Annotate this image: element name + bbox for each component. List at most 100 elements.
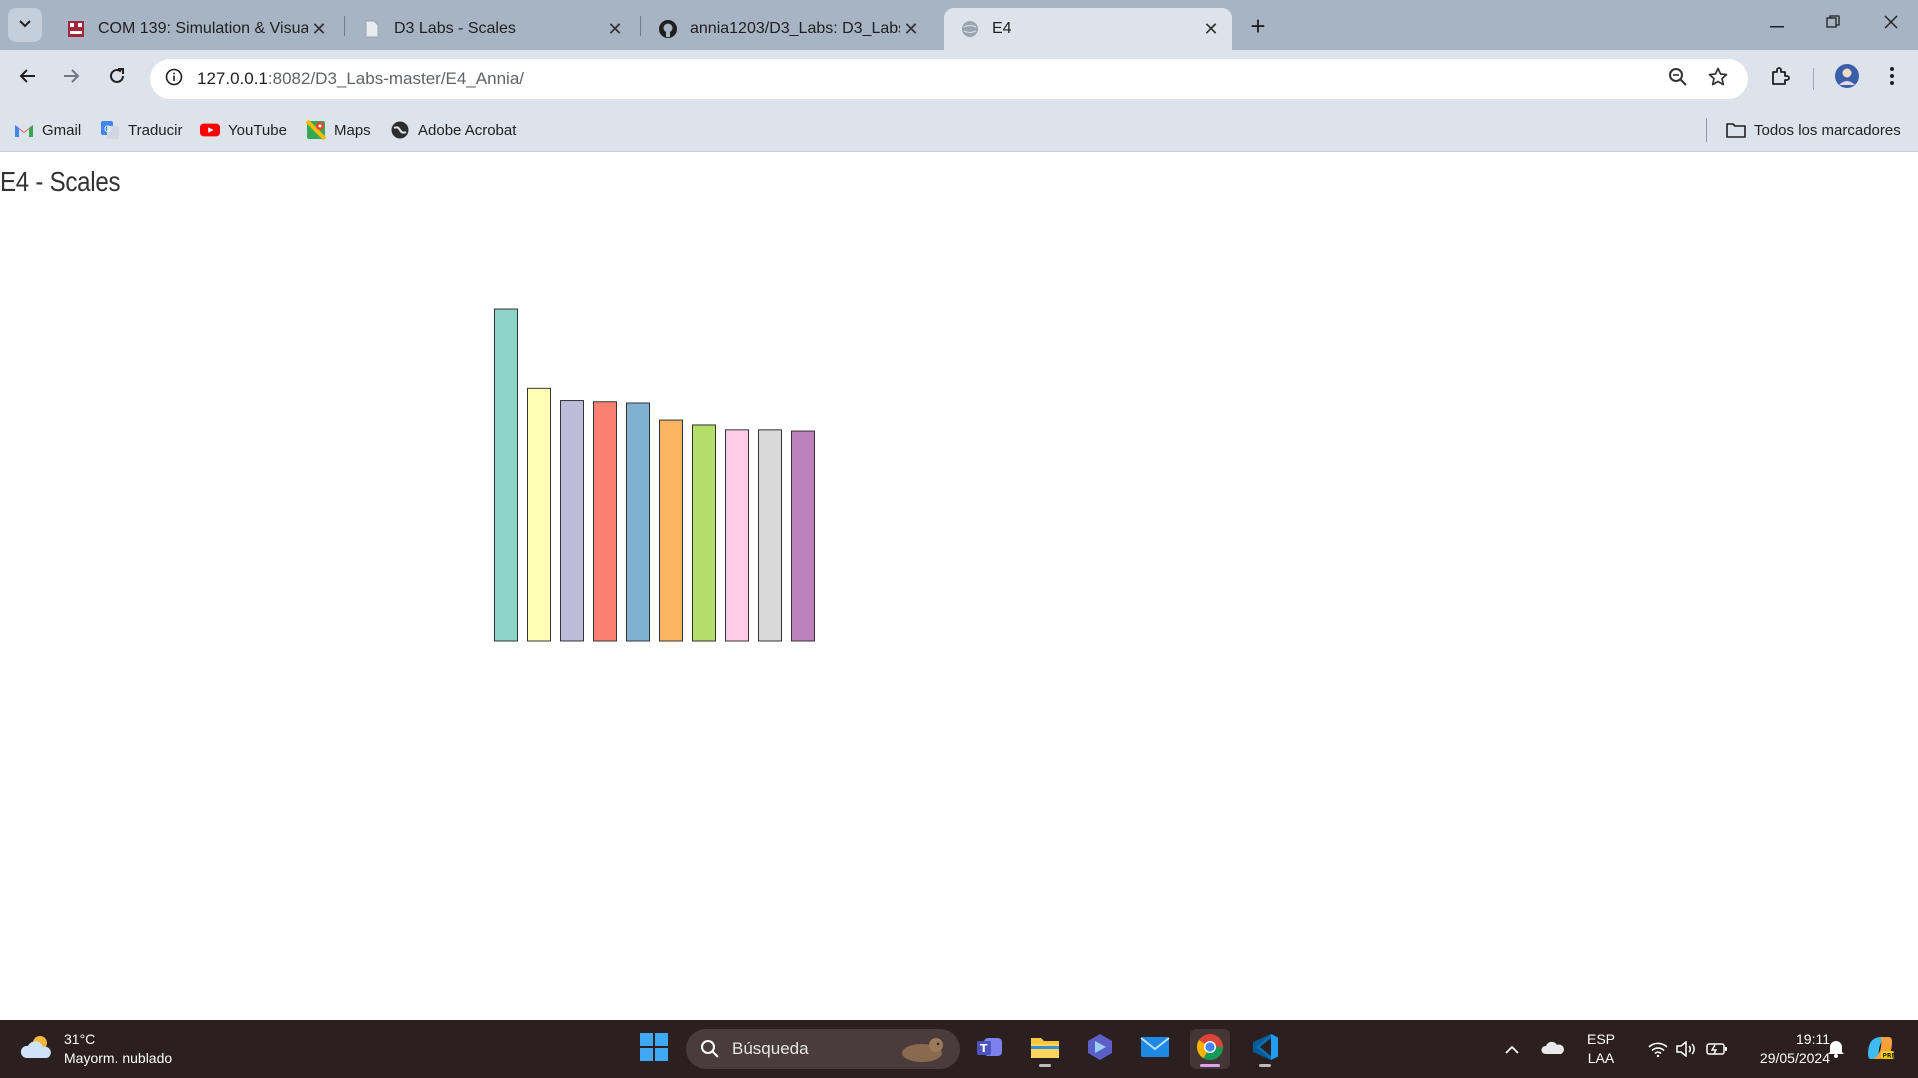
bookmark-star-button[interactable] xyxy=(1706,67,1730,91)
restore-button[interactable] xyxy=(1810,6,1856,42)
language-code: ESP xyxy=(1586,1031,1615,1047)
windows-start-icon xyxy=(639,1032,669,1067)
url-text[interactable]: 127.0.0.1:8082/D3_Labs-master/E4_Annia/ xyxy=(197,69,524,89)
globe-icon xyxy=(960,19,980,39)
tab-e4-active[interactable]: E4 ✕ xyxy=(944,8,1232,50)
profile-button[interactable] xyxy=(1829,60,1865,96)
all-bookmarks-label: Todos los marcadores xyxy=(1754,121,1901,139)
tray-copilot-button[interactable]: PRE xyxy=(1862,1029,1898,1069)
show-hidden-icons-button[interactable] xyxy=(1500,1029,1524,1069)
bookmark-label: Gmail xyxy=(42,121,82,139)
clock-time: 19:11 xyxy=(1796,1031,1830,1047)
globe-icon xyxy=(390,120,410,140)
svg-text:PRE: PRE xyxy=(1883,1052,1896,1059)
tray-onedrive[interactable] xyxy=(1538,1029,1568,1069)
bar-10 xyxy=(791,430,815,642)
tab-separator xyxy=(344,16,345,36)
folder-icon xyxy=(1726,120,1746,140)
star-icon xyxy=(1708,67,1728,92)
gmail-icon xyxy=(14,120,34,140)
bar-chart xyxy=(494,308,815,642)
youtube-icon xyxy=(200,120,220,140)
address-bar[interactable]: 127.0.0.1:8082/D3_Labs-master/E4_Annia/ xyxy=(150,59,1748,99)
minimize-icon xyxy=(1770,15,1784,33)
tab-com139[interactable]: COM 139: Simulation & Visualiz ✕ xyxy=(50,8,340,50)
chevron-up-icon xyxy=(1505,1041,1519,1057)
taskbar-search[interactable]: Búsqueda xyxy=(686,1029,960,1069)
all-bookmarks-button[interactable]: Todos los marcadores xyxy=(1726,119,1901,141)
tab-list-button[interactable] xyxy=(8,8,42,42)
taskbar-teams[interactable]: T xyxy=(970,1029,1010,1069)
active-indicator xyxy=(1200,1064,1220,1067)
extensions-icon xyxy=(1770,66,1790,91)
close-icon[interactable]: ✕ xyxy=(604,18,626,40)
vscode-icon xyxy=(1251,1033,1279,1066)
input-language[interactable]: ESP LAA xyxy=(1582,1030,1620,1068)
chrome-icon xyxy=(1195,1032,1225,1067)
layout-code: LAA xyxy=(1587,1050,1615,1066)
back-button[interactable] xyxy=(9,60,45,96)
copilot-tray-icon: PRE xyxy=(1865,1034,1896,1065)
url-path: :8082/D3_Labs-master/E4_Annia/ xyxy=(267,69,525,88)
translate-icon: G xyxy=(100,120,120,140)
search-label: Búsqueda xyxy=(732,1039,809,1058)
maps-icon xyxy=(306,120,326,140)
extensions-button[interactable] xyxy=(1762,60,1798,96)
bookmark-label: Adobe Acrobat xyxy=(418,121,517,139)
new-tab-button[interactable]: + xyxy=(1242,10,1274,41)
bookmark-label: YouTube xyxy=(228,121,287,139)
bookmark-label: Maps xyxy=(334,121,371,139)
tab-title: annia1203/D3_Labs: D3_Labs xyxy=(690,20,900,37)
bar-1 xyxy=(494,308,518,642)
battery-icon xyxy=(1706,1042,1728,1056)
reload-button[interactable] xyxy=(99,60,135,96)
start-button[interactable] xyxy=(634,1029,674,1069)
wifi-icon xyxy=(1648,1041,1668,1057)
taskbar-mail[interactable] xyxy=(1135,1029,1175,1069)
taskbar-copilot[interactable] xyxy=(1080,1029,1120,1069)
close-icon[interactable]: ✕ xyxy=(1200,18,1222,40)
zoom-button[interactable] xyxy=(1666,67,1690,91)
bookmarks-separator xyxy=(1706,118,1707,142)
bar-5 xyxy=(626,402,650,642)
tab-github[interactable]: annia1203/D3_Labs: D3_Labs ✕ xyxy=(642,8,932,50)
weather-desc: Mayorm. nublado xyxy=(64,1050,173,1066)
close-icon[interactable]: ✕ xyxy=(308,18,330,40)
tab-title: COM 139: Simulation & Visualiz xyxy=(98,20,308,37)
bell-icon xyxy=(1827,1038,1845,1061)
notifications-button[interactable] xyxy=(1822,1029,1850,1069)
windows-taskbar: 31°C Mayorm. nublado Búsqueda T ESP LAA … xyxy=(0,1020,1918,1078)
close-window-button[interactable] xyxy=(1868,6,1914,42)
taskbar-file-explorer[interactable] xyxy=(1025,1029,1065,1069)
close-window-icon xyxy=(1884,15,1898,34)
restore-icon xyxy=(1826,14,1840,34)
tab-strip: COM 139: Simulation & Visualiz ✕ D3 Labs… xyxy=(0,0,1918,50)
clock[interactable]: 19:11 29/05/2024 xyxy=(1736,1030,1830,1068)
bookmark-maps[interactable]: Maps xyxy=(306,119,371,141)
browser-menu-button[interactable] xyxy=(1874,60,1910,96)
search-icon xyxy=(700,1039,720,1059)
site-info-button[interactable] xyxy=(160,65,188,93)
browser-toolbar: 127.0.0.1:8082/D3_Labs-master/E4_Annia/ xyxy=(0,50,1918,108)
bookmark-youtube[interactable]: YouTube xyxy=(200,119,287,141)
bookmark-traducir[interactable]: G Traducir xyxy=(100,119,182,141)
forward-button[interactable] xyxy=(54,60,90,96)
new-tab-icon: + xyxy=(1250,10,1266,41)
bookmark-adobe-acrobat[interactable]: Adobe Acrobat xyxy=(390,119,516,141)
bar-2 xyxy=(527,387,551,642)
minimize-button[interactable] xyxy=(1754,6,1800,42)
taskbar-vscode[interactable] xyxy=(1245,1029,1285,1069)
bookmarks-bar: Gmail G Traducir YouTube Maps Adobe Acro… xyxy=(0,108,1918,152)
profile-avatar-icon xyxy=(1834,63,1860,94)
bookmark-gmail[interactable]: Gmail xyxy=(14,119,81,141)
kebab-menu-icon xyxy=(1890,66,1894,90)
page-content: E4 - Scales xyxy=(0,152,1918,1020)
taskbar-chrome[interactable] xyxy=(1190,1029,1230,1069)
weather-widget[interactable]: 31°C Mayorm. nublado xyxy=(20,1030,172,1068)
university-favicon-icon xyxy=(66,19,86,39)
quick-settings-button[interactable] xyxy=(1636,1029,1740,1069)
bar-7 xyxy=(692,424,716,642)
mail-icon xyxy=(1140,1036,1170,1063)
tab-d3-labs-scales[interactable]: D3 Labs - Scales ✕ xyxy=(346,8,636,50)
close-icon[interactable]: ✕ xyxy=(900,18,922,40)
